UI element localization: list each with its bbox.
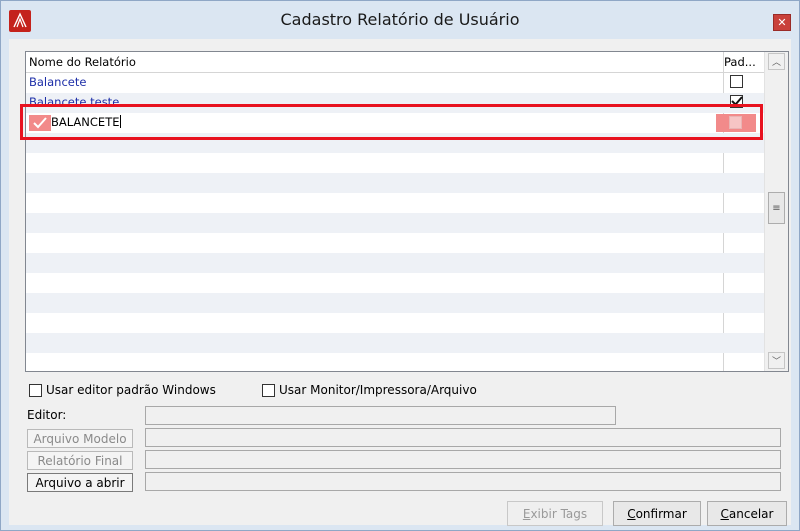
arquivo-abrir-field[interactable] (145, 472, 781, 491)
highlight-annotation (20, 104, 763, 140)
window-title: Cadastro Relatório de Usuário (280, 10, 520, 29)
table-row[interactable]: Balancete (26, 73, 764, 93)
chevron-down-icon: ﹀ (771, 357, 781, 367)
close-button[interactable]: ✕ (773, 14, 791, 31)
padrao-checkbox[interactable] (730, 75, 743, 88)
grid-scrollbar[interactable]: ︿ ≡ ﹀ (764, 52, 788, 371)
relatorio-final-field[interactable] (145, 450, 781, 469)
arquivo-modelo-field[interactable] (145, 428, 781, 447)
chevron-up-icon: ︿ (771, 58, 781, 68)
scroll-thumb[interactable]: ≡ (768, 192, 785, 224)
editor-field[interactable] (145, 406, 616, 425)
monitor-checkbox[interactable] (262, 383, 275, 397)
table-row (26, 293, 764, 313)
windows-editor-label: Usar editor padrão Windows (46, 383, 216, 397)
grid-header: Nome do Relatório Pad... (26, 52, 764, 73)
dialog-window: Cadastro Relatório de Usuário ✕ Nome do … (0, 0, 800, 531)
arquivo-abrir-button[interactable]: Arquivo a abrir (27, 473, 133, 492)
row-label: Balancete (29, 75, 87, 89)
windows-editor-option[interactable]: Usar editor padrão Windows (29, 382, 216, 398)
title-bar: Cadastro Relatório de Usuário ✕ (1, 1, 799, 39)
column-header-pad[interactable]: Pad... (724, 55, 756, 69)
arquivo-modelo-button[interactable]: Arquivo Modelo (27, 429, 133, 448)
report-grid[interactable]: Nome do Relatório Pad... Balancete Balan… (25, 51, 789, 372)
grip-icon: ≡ (772, 202, 781, 214)
scroll-down-button[interactable]: ﹀ (768, 352, 785, 369)
table-row (26, 173, 764, 193)
close-icon: ✕ (777, 16, 787, 29)
cancel-button[interactable]: Cancelar (707, 501, 787, 526)
monitor-option[interactable]: Usar Monitor/Impressora/Arquivo (262, 382, 477, 398)
scroll-up-button[interactable]: ︿ (768, 53, 785, 70)
column-header-name[interactable]: Nome do Relatório (29, 55, 136, 69)
windows-editor-checkbox[interactable] (29, 383, 42, 397)
exibir-tags-button[interactable]: Exibir Tags (507, 501, 603, 526)
confirm-button[interactable]: Confirmar (613, 501, 701, 526)
editor-label: Editor: (27, 408, 67, 422)
monitor-label: Usar Monitor/Impressora/Arquivo (279, 383, 477, 397)
table-row (26, 253, 764, 273)
table-row (26, 333, 764, 353)
relatorio-final-button[interactable]: Relatório Final (27, 451, 133, 470)
table-row (26, 213, 764, 233)
